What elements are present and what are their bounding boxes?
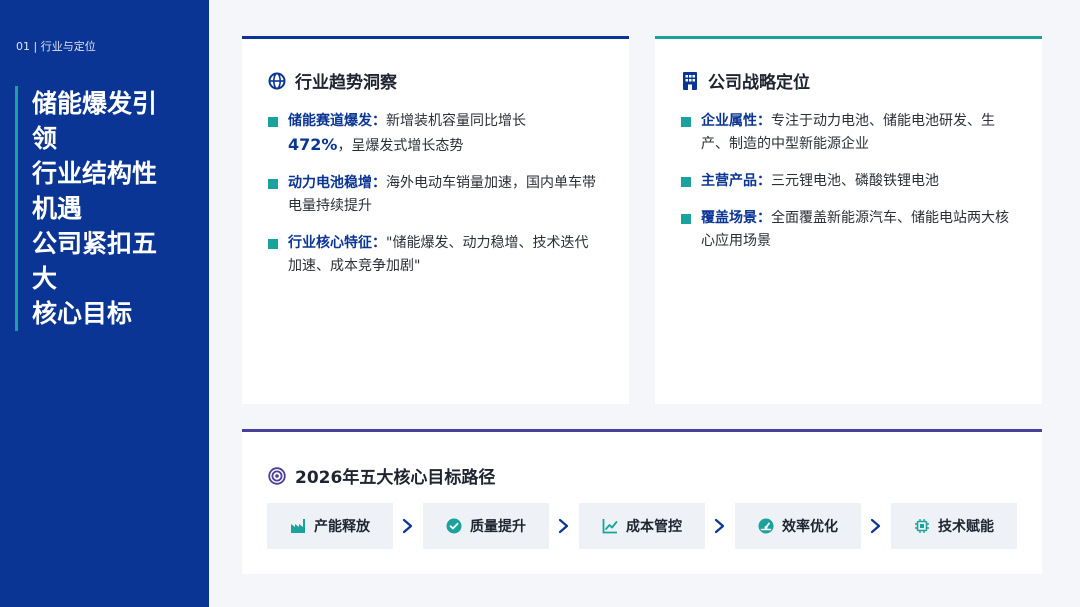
goal-step: 质量提升	[423, 503, 549, 549]
bullet-text: 新增装机容量同比增长	[386, 113, 526, 129]
title-line: 储能爆发引	[32, 89, 158, 118]
chevron-right-icon	[861, 518, 891, 534]
check-circle-icon	[446, 518, 462, 534]
title-line: 领	[32, 124, 58, 153]
company-bullet-list: 企业属性：专注于动力电池、储能电池研发、生产、制造的中型新能源企业 主营产品：三…	[681, 110, 1011, 267]
building-icon	[681, 71, 699, 90]
gauge-icon	[758, 518, 774, 534]
company-card-header: 公司战略定位	[681, 68, 810, 93]
goal-steps: 产能释放 质量提升 成本管控 效率优化 技术赋能	[267, 503, 1017, 549]
section-tag: 01 | 行业与定位	[16, 40, 96, 53]
title-line: 行业结构性	[32, 159, 158, 188]
industry-card-title: 行业趋势洞察	[295, 73, 397, 93]
bullet-square	[268, 117, 278, 127]
chart-line-icon	[602, 518, 618, 534]
bullet-text: ，呈爆发式增长态势	[337, 138, 464, 154]
industry-card-header: 行业趋势洞察	[268, 68, 397, 93]
list-item: 覆盖场景：全面覆盖新能源汽车、储能电站两大核心应用场景	[681, 207, 1011, 253]
goal-step-label: 质量提升	[470, 519, 526, 535]
list-item: 储能赛道爆发：新增装机容量同比增长 472%，呈爆发式增长态势	[268, 110, 598, 158]
company-strategy-card: 公司战略定位 企业属性：专注于动力电池、储能电池研发、生产、制造的中型新能源企业…	[655, 36, 1042, 404]
goal-step-label: 技术赋能	[938, 519, 994, 535]
goal-step-label: 效率优化	[782, 519, 838, 535]
goals-card-title: 2026年五大核心目标路径	[295, 468, 496, 488]
sidebar: 01 | 行业与定位 储能爆发引 领 行业结构性 机遇 公司紧扣五 大 核心目标	[0, 0, 209, 607]
bullet-label: 储能赛道爆发：	[288, 113, 386, 129]
bullet-label: 主营产品：	[701, 173, 771, 189]
list-item: 行业核心特征："储能爆发、动力稳增、技术迭代加速、成本竞争加剧"	[268, 232, 598, 278]
title-line: 大	[32, 264, 58, 293]
bullet-label: 覆盖场景：	[701, 210, 771, 226]
chevron-right-icon	[705, 518, 735, 534]
goal-step-label: 产能释放	[314, 519, 370, 535]
industry-bullet-list: 储能赛道爆发：新增装机容量同比增长 472%，呈爆发式增长态势 动力电池稳增：海外…	[268, 110, 598, 292]
title-line: 公司紧扣五	[32, 229, 158, 258]
goal-step: 技术赋能	[891, 503, 1017, 549]
title-line: 机遇	[32, 194, 83, 223]
bullet-label: 行业核心特征：	[288, 235, 386, 251]
growth-value: 472%	[288, 135, 338, 154]
bullet-square	[681, 177, 691, 187]
goal-step: 成本管控	[579, 503, 705, 549]
bullet-square	[681, 214, 691, 224]
bullet-text: 三元锂电池、磷酸铁锂电池	[771, 173, 939, 189]
list-item: 动力电池稳增：海外电动车销量加速，国内单车带电量持续提升	[268, 172, 598, 218]
chevron-right-icon	[393, 518, 423, 534]
page-title: 储能爆发引 领 行业结构性 机遇 公司紧扣五 大 核心目标	[15, 86, 157, 331]
title-line: 核心目标	[32, 299, 133, 328]
target-icon	[268, 466, 286, 485]
chip-icon	[914, 518, 930, 534]
factory-icon	[290, 518, 306, 534]
globe-icon	[268, 72, 286, 90]
company-card-title: 公司战略定位	[708, 73, 810, 93]
bullet-square	[681, 117, 691, 127]
goals-card: 2026年五大核心目标路径 产能释放 质量提升 成本管控 效率优化 技术赋能	[242, 429, 1042, 574]
goal-step-label: 成本管控	[626, 519, 682, 535]
list-item: 企业属性：专注于动力电池、储能电池研发、生产、制造的中型新能源企业	[681, 110, 1011, 156]
bullet-label: 企业属性：	[701, 113, 771, 129]
goals-card-header: 2026年五大核心目标路径	[268, 463, 495, 488]
bullet-label: 动力电池稳增：	[288, 175, 386, 191]
list-item: 主营产品：三元锂电池、磷酸铁锂电池	[681, 170, 1011, 193]
chevron-right-icon	[549, 518, 579, 534]
goal-step: 产能释放	[267, 503, 393, 549]
bullet-square	[268, 179, 278, 189]
industry-trends-card: 行业趋势洞察 储能赛道爆发：新增装机容量同比增长 472%，呈爆发式增长态势 动力…	[242, 36, 629, 404]
bullet-square	[268, 239, 278, 249]
goal-step: 效率优化	[735, 503, 861, 549]
